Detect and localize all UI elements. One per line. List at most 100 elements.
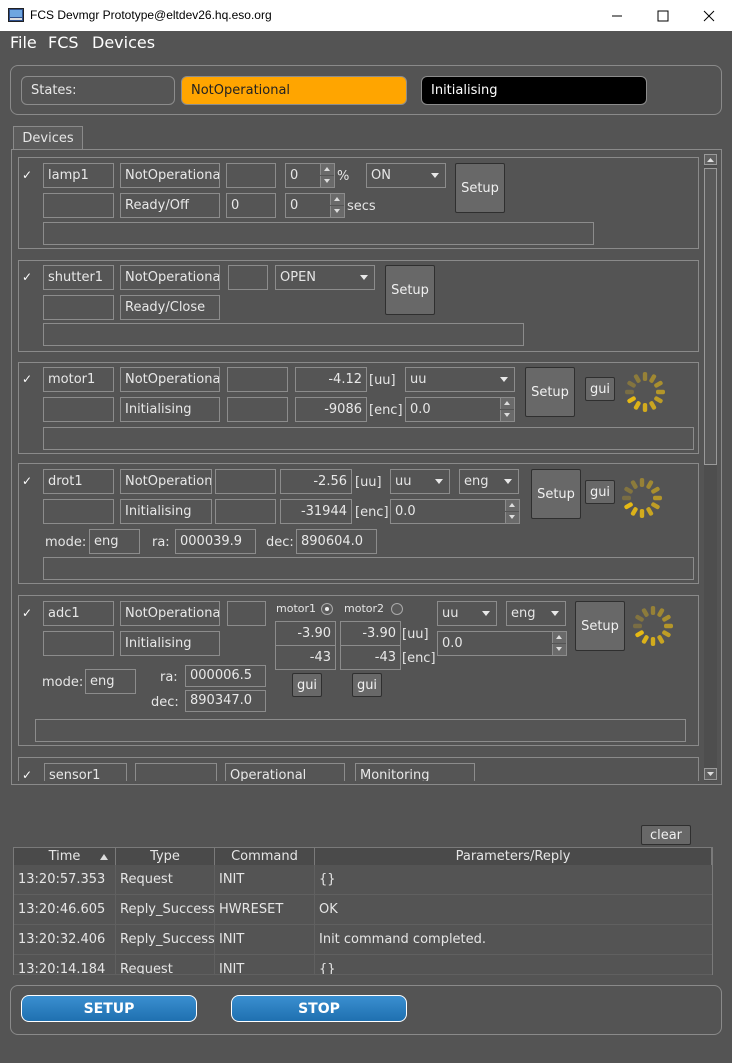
- devices-scrollbar[interactable]: [704, 154, 717, 781]
- menu-bar: File FCS Devices: [0, 31, 732, 57]
- setup-button[interactable]: SETUP: [21, 995, 197, 1022]
- log-row[interactable]: 13:20:14.184 Request INIT {}: [14, 955, 712, 975]
- adc1-target-spinbox[interactable]: 0.0: [437, 631, 567, 656]
- log-cell-type: Reply_Success: [116, 925, 215, 955]
- motor1-checkbox[interactable]: ✓: [22, 373, 35, 386]
- motor1-unit-select[interactable]: uu: [405, 367, 515, 392]
- drot1-unit-select[interactable]: uu: [390, 469, 450, 494]
- log-col-command[interactable]: Command: [215, 848, 315, 865]
- spin-up-icon[interactable]: [500, 398, 514, 409]
- scroll-up-button[interactable]: [704, 154, 717, 165]
- spin-down-icon[interactable]: [330, 206, 344, 217]
- close-button[interactable]: [686, 0, 732, 31]
- shutter1-state: NotOperational: [120, 265, 220, 290]
- drot1-state: NotOperational: [120, 469, 212, 494]
- motor1-name: motor1: [43, 367, 114, 392]
- adc1-mode-select[interactable]: eng: [506, 601, 566, 626]
- maximize-button[interactable]: [640, 0, 686, 31]
- lamp1-setup-button[interactable]: Setup: [455, 163, 505, 213]
- motor1-target-value: 0.0: [410, 402, 431, 417]
- scroll-down-button[interactable]: [704, 768, 717, 780]
- drot1-pos-enc: -31944: [280, 499, 352, 524]
- lamp1-message-field: [43, 222, 594, 245]
- lamp1-checkbox[interactable]: ✓: [22, 169, 35, 182]
- drot1-unit-uu: [uu]: [355, 475, 382, 490]
- spin-down-icon[interactable]: [552, 644, 566, 655]
- drot1-target-spinbox[interactable]: 0.0: [390, 499, 520, 524]
- adc1-motor1-gui-button[interactable]: gui: [292, 673, 322, 697]
- shutter1-empty-field: [228, 265, 268, 290]
- log-col-type[interactable]: Type: [116, 848, 215, 865]
- lamp1-intensity-spinbox[interactable]: 0: [285, 163, 335, 188]
- sensor1-state: Operational: [225, 763, 345, 781]
- log-cell-time: 13:20:57.353: [14, 865, 116, 895]
- shutter1-setup-button[interactable]: Setup: [385, 265, 435, 315]
- sensor1-checkbox[interactable]: ✓: [22, 769, 35, 782]
- spin-up-icon[interactable]: [330, 194, 344, 205]
- motor1-empty-field-3: [227, 397, 288, 422]
- lamp1-onoff-select[interactable]: ON: [366, 163, 446, 188]
- minimize-button[interactable]: [594, 0, 640, 31]
- adc1-checkbox[interactable]: ✓: [22, 607, 35, 620]
- lamp1-time-spinbox[interactable]: 0: [285, 193, 345, 218]
- shutter1-checkbox[interactable]: ✓: [22, 271, 35, 284]
- drot1-checkbox[interactable]: ✓: [22, 475, 35, 488]
- motor1-unit-uu: [uu]: [369, 373, 396, 388]
- log-col-params[interactable]: Parameters/Reply: [315, 848, 712, 865]
- spin-up-icon[interactable]: [320, 164, 334, 175]
- menu-fcs[interactable]: FCS: [48, 33, 79, 52]
- motor1-setup-button[interactable]: Setup: [525, 367, 575, 417]
- motor1-gui-button[interactable]: gui: [585, 377, 615, 401]
- adc1-motor2-gui-button[interactable]: gui: [352, 673, 382, 697]
- spin-up-icon[interactable]: [552, 632, 566, 643]
- drot1-pos-uu: -2.56: [280, 469, 352, 494]
- adc1-unit-select-value: uu: [442, 606, 459, 621]
- adc1-unit-select[interactable]: uu: [437, 601, 497, 626]
- drot1-substate: Initialising: [120, 499, 212, 524]
- log-row[interactable]: 13:20:57.353 Request INIT {}: [14, 865, 712, 895]
- adc1-setup-button[interactable]: Setup: [575, 601, 625, 651]
- stop-button[interactable]: STOP: [231, 995, 407, 1022]
- log-col-time[interactable]: Time: [14, 848, 116, 865]
- adc1-mode-select-value: eng: [511, 606, 536, 621]
- drot1-mode-select[interactable]: eng: [459, 469, 519, 494]
- scroll-thumb[interactable]: [704, 168, 717, 465]
- scroll-up-icon: [707, 158, 714, 162]
- title-bar[interactable]: FCS Devmgr Prototype@eltdev26.hq.eso.org: [0, 0, 732, 31]
- app-icon: [8, 8, 24, 22]
- motor1-busy-spinner-icon: [625, 372, 665, 412]
- log-row[interactable]: 13:20:46.605 Reply_Success HWRESET OK: [14, 895, 712, 925]
- adc1-ra-label: ra:: [160, 670, 178, 685]
- lamp1-name: lamp1: [43, 163, 114, 188]
- shutter1-action-select[interactable]: OPEN: [275, 265, 375, 290]
- sensor1-name: sensor1: [44, 763, 127, 781]
- drot1-dec-label: dec:: [266, 535, 294, 550]
- shutter1-empty-field-2: [43, 295, 114, 320]
- menu-file[interactable]: File: [10, 33, 37, 52]
- menu-devices[interactable]: Devices: [92, 33, 155, 52]
- spin-up-icon[interactable]: [505, 500, 519, 511]
- drot1-dec-field: 890604.0: [296, 529, 377, 554]
- motor1-substate: Initialising: [120, 397, 220, 422]
- lamp1-intensity-value: 0: [290, 168, 299, 183]
- clear-log-button[interactable]: clear: [641, 825, 691, 845]
- adc1-motor1-radio[interactable]: [321, 603, 333, 615]
- motor1-state: NotOperational: [120, 367, 220, 392]
- adc1-motor2-radio[interactable]: [391, 603, 403, 615]
- tab-devices[interactable]: Devices: [13, 126, 83, 150]
- log-row[interactable]: 13:20:32.406 Reply_Success INIT Init com…: [14, 925, 712, 955]
- motor1-target-spinbox[interactable]: 0.0: [405, 397, 515, 422]
- chevron-down-icon: [482, 611, 490, 616]
- spin-down-icon[interactable]: [505, 512, 519, 523]
- adc1-unit-uu: [uu]: [402, 627, 429, 642]
- adc1-busy-spinner-icon: [633, 606, 673, 646]
- spin-down-icon[interactable]: [500, 410, 514, 421]
- log-cell-time: 13:20:46.605: [14, 895, 116, 925]
- drot1-setup-button[interactable]: Setup: [531, 469, 581, 519]
- adc1-empty-field: [227, 601, 266, 626]
- spin-down-icon[interactable]: [320, 176, 334, 187]
- drot1-mode-select-value: eng: [464, 474, 489, 489]
- drot1-message-field: [43, 557, 694, 580]
- motor1-message-field: [43, 427, 694, 450]
- drot1-gui-button[interactable]: gui: [585, 480, 615, 504]
